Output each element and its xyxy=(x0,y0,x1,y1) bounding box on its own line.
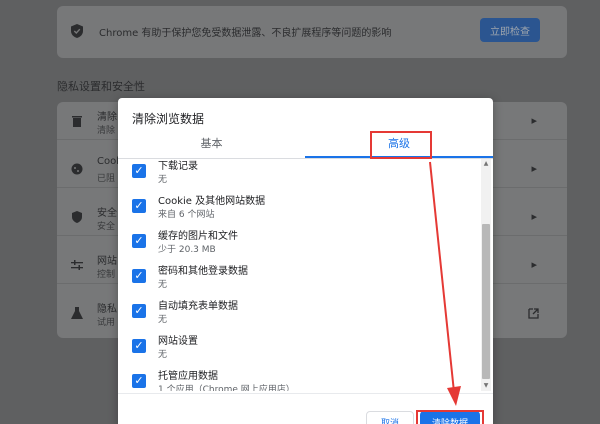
item-detail: 无 xyxy=(158,280,168,290)
dialog-title: 清除浏览数据 xyxy=(132,112,205,126)
item-label: Cookie 及其他网站数据 xyxy=(158,196,266,207)
chevron-right-icon: ▸ xyxy=(531,162,537,175)
checkbox-checked[interactable]: ✓ xyxy=(132,374,146,388)
data-type-list: ✓ 下载记录 无 ✓ Cookie 及其他网站数据 来自 6 个网站 ✓ 缓存的… xyxy=(118,159,480,391)
clear-browsing-data-dialog: 清除浏览数据 基本 高级 ✓ 下载记录 无 ✓ Cookie 及其他网站数据 来… xyxy=(118,98,493,424)
dialog-tabs: 基本 高级 xyxy=(118,130,493,158)
cancel-button[interactable]: 取消 xyxy=(366,411,414,424)
row-subtitle: 控制 xyxy=(97,270,116,280)
checkbox-checked[interactable]: ✓ xyxy=(132,269,146,283)
item-detail: 无 xyxy=(158,315,168,325)
trash-icon xyxy=(72,116,82,127)
list-item[interactable]: ✓ Cookie 及其他网站数据 来自 6 个网站 xyxy=(118,190,480,225)
item-label: 托管应用数据 xyxy=(158,371,218,382)
row-subtitle: 安全 xyxy=(97,222,116,232)
row-subtitle: 已阻 xyxy=(97,174,116,184)
item-detail: 无 xyxy=(158,350,168,360)
row-title: 隐私 xyxy=(97,304,117,315)
list-item[interactable]: ✓ 自动填充表单数据 无 xyxy=(118,295,480,330)
item-detail: 少于 20.3 MB xyxy=(158,245,216,255)
sliders-icon xyxy=(71,260,83,270)
checkbox-checked[interactable]: ✓ xyxy=(132,339,146,353)
scroll-down-icon[interactable]: ▼ xyxy=(481,381,491,391)
clear-button-highlight-box xyxy=(416,410,484,424)
row-subtitle: 清除 xyxy=(97,126,116,136)
shield-check-icon xyxy=(71,24,83,38)
checkbox-checked[interactable]: ✓ xyxy=(132,164,146,178)
scrollbar[interactable]: ▲ ▼ xyxy=(481,159,491,391)
list-item[interactable]: ✓ 网站设置 无 xyxy=(118,330,480,365)
item-detail: 无 xyxy=(158,175,168,185)
item-label: 密码和其他登录数据 xyxy=(158,266,248,277)
scroll-up-icon[interactable]: ▲ xyxy=(481,159,491,169)
checkbox-checked[interactable]: ✓ xyxy=(132,304,146,318)
safety-check-card: Chrome 有助于保护您免受数据泄露、不良扩展程序等问题的影响 立即检查 xyxy=(57,6,567,58)
item-detail: 来自 6 个网站 xyxy=(158,210,215,220)
list-item[interactable]: ✓ 密码和其他登录数据 无 xyxy=(118,260,480,295)
chevron-right-icon: ▸ xyxy=(531,258,537,271)
checkbox-checked[interactable]: ✓ xyxy=(132,234,146,248)
item-label: 自动填充表单数据 xyxy=(158,301,238,312)
item-label: 缓存的图片和文件 xyxy=(158,231,238,242)
item-detail: 1 个应用（Chrome 网上应用店） xyxy=(158,385,295,391)
external-link-icon xyxy=(528,308,539,319)
list-item[interactable]: ✓ 托管应用数据 1 个应用（Chrome 网上应用店） xyxy=(118,365,480,391)
list-item[interactable]: ✓ 下载记录 无 xyxy=(118,159,480,190)
scrollbar-thumb[interactable] xyxy=(482,224,490,379)
advanced-tab-highlight-box xyxy=(370,131,432,159)
item-label: 下载记录 xyxy=(158,161,198,172)
privacy-section-title: 隐私设置和安全性 xyxy=(57,80,145,93)
tab-basic[interactable]: 基本 xyxy=(118,130,305,156)
row-title: 网站 xyxy=(97,256,117,267)
row-subtitle: 试用 xyxy=(97,318,116,328)
row-title: 安全 xyxy=(97,208,117,219)
shield-icon xyxy=(72,211,82,223)
list-item[interactable]: ✓ 缓存的图片和文件 少于 20.3 MB xyxy=(118,225,480,260)
check-now-button[interactable]: 立即检查 xyxy=(480,18,540,42)
cookie-icon xyxy=(71,163,83,175)
flask-icon xyxy=(71,307,83,319)
safety-check-text: Chrome 有助于保护您免受数据泄露、不良扩展程序等问题的影响 xyxy=(99,28,392,39)
chevron-right-icon: ▸ xyxy=(531,114,537,127)
chevron-right-icon: ▸ xyxy=(531,210,537,223)
row-title: 清除 xyxy=(97,112,117,123)
checkbox-checked[interactable]: ✓ xyxy=(132,199,146,213)
item-label: 网站设置 xyxy=(158,336,198,347)
